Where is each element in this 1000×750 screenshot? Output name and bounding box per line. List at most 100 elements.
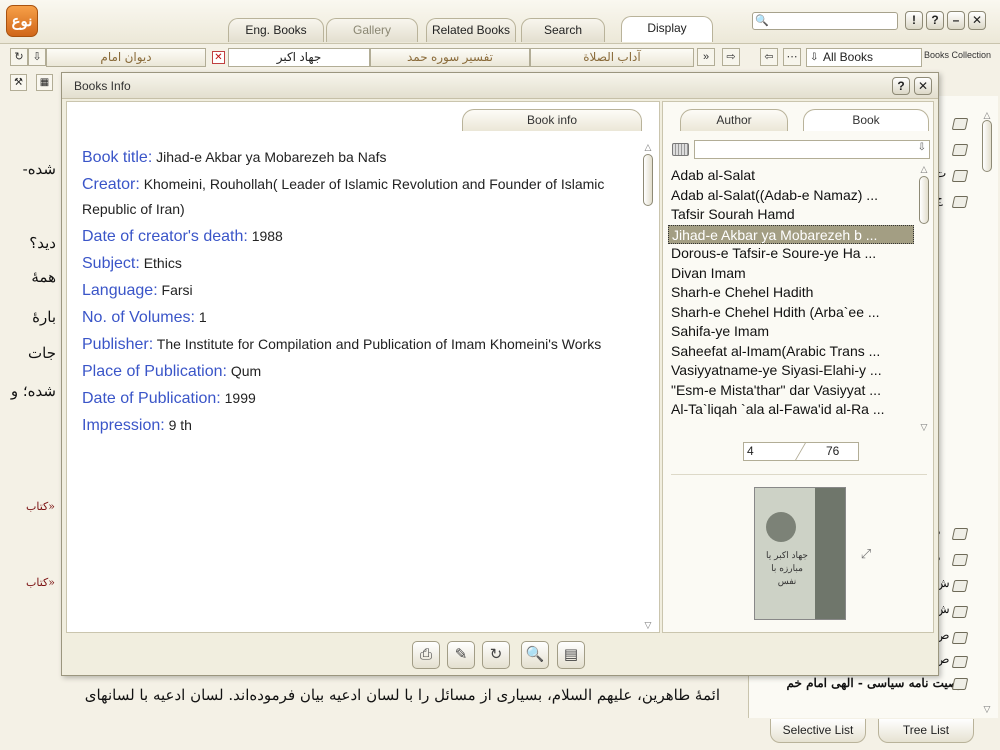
list-item[interactable]: Adab al-Salat((Adab-e Namaz) ... bbox=[668, 186, 914, 206]
pager-divider bbox=[795, 443, 806, 460]
tab-author[interactable]: Author bbox=[680, 109, 788, 131]
book-icon[interactable] bbox=[951, 606, 969, 618]
book-reference[interactable]: «كتاب bbox=[26, 500, 55, 513]
book-list: Adab al-Salat Adab al-Salat((Adab-e Nama… bbox=[668, 166, 914, 420]
list-item[interactable]: Adab al-Salat bbox=[668, 166, 914, 186]
doc-tab-jihad[interactable]: جهاد اکبر bbox=[228, 48, 370, 67]
cover-title: جهاد اكبر يا مبارزه با نفس bbox=[766, 551, 808, 587]
close-button[interactable]: ✕ bbox=[968, 11, 986, 30]
book-info-pane: Book info Book title: Jihad-e Akbar ya M… bbox=[66, 101, 660, 633]
book-icon[interactable] bbox=[951, 528, 969, 540]
tab-selective-list[interactable]: Selective List bbox=[770, 719, 866, 743]
zoom-icon[interactable]: 🔍 bbox=[521, 641, 549, 669]
book-search-input[interactable]: ⇩ bbox=[694, 140, 930, 159]
open-book-icon[interactable] bbox=[951, 196, 969, 208]
tab-search[interactable]: Search bbox=[521, 18, 605, 42]
list-item-selected[interactable]: Jihad-e Akbar ya Mobarezeh b ... bbox=[668, 224, 914, 244]
keyboard-icon[interactable] bbox=[672, 143, 689, 156]
grid-icon[interactable]: ▦ bbox=[36, 74, 53, 91]
info-scrollbar[interactable]: △ ▽ bbox=[642, 142, 654, 632]
arrow-down-icon[interactable]: ⇩ bbox=[28, 48, 46, 66]
book-icon[interactable] bbox=[951, 554, 969, 566]
expand-icon[interactable]: ⤢ bbox=[859, 547, 873, 561]
page-text-line: دید؟ bbox=[29, 234, 56, 252]
scroll-thumb[interactable] bbox=[919, 176, 929, 224]
field-impression: Impression: 9 th bbox=[82, 417, 192, 434]
minimize-button[interactable]: – bbox=[947, 11, 965, 30]
scroll-down-icon[interactable]: ▽ bbox=[981, 704, 993, 714]
list-item[interactable]: Sharh-e Chehel Hadith bbox=[668, 283, 914, 303]
list-item[interactable]: Divan Imam bbox=[668, 264, 914, 284]
doc-tab-adab[interactable]: آداب الصلاة bbox=[530, 48, 694, 67]
tree-item-vasiyyatname[interactable]: وصيت نامه سياسى - الهى امام خم bbox=[749, 676, 964, 690]
books-info-dialog: Books Info ? ✕ Book info Book title: Jih… bbox=[61, 72, 939, 676]
book-list-scrollbar[interactable]: △ ▽ bbox=[918, 164, 930, 434]
tab-tree-list[interactable]: Tree List bbox=[878, 719, 974, 743]
list-item[interactable]: Al-Ta`liqah `ala al-Fawa'id al-Ra ... bbox=[668, 400, 914, 420]
tab-book[interactable]: Book bbox=[803, 109, 929, 131]
list-item[interactable]: Tafsir Sourah Hamd bbox=[668, 205, 914, 225]
list-item[interactable]: "Esm-e Mista'thar" dar Vasiyyat ... bbox=[668, 381, 914, 401]
books-collection-select[interactable]: ⇩ All Books bbox=[806, 48, 922, 67]
dialog-title-bar[interactable]: Books Info ? ✕ bbox=[62, 73, 938, 99]
list-item[interactable]: Vasiyyatname-ye Siyasi-Elahi-y ... bbox=[668, 361, 914, 381]
scroll-up-icon[interactable]: △ bbox=[918, 164, 930, 174]
tab-related-books[interactable]: Related Books bbox=[426, 18, 516, 42]
field-language: Language: Farsi bbox=[82, 282, 193, 299]
print-icon[interactable]: ⎙ bbox=[412, 641, 440, 669]
page-text-line: همهٔ bbox=[31, 268, 56, 286]
book-icon[interactable] bbox=[951, 170, 969, 182]
doc-tab-tafsir[interactable]: تفسیر سوره حمد bbox=[370, 48, 530, 67]
scroll-thumb[interactable] bbox=[643, 154, 653, 206]
field-subject: Subject: Ethics bbox=[82, 255, 182, 272]
forward-arrow-icon[interactable]: ⇨ bbox=[722, 48, 740, 66]
book-icon[interactable] bbox=[951, 118, 969, 130]
scroll-down-icon[interactable]: ▽ bbox=[642, 620, 654, 630]
notes-icon[interactable]: ▤ bbox=[557, 641, 585, 669]
book-cover-image[interactable]: جهاد اكبر يا مبارزه با نفس bbox=[754, 487, 846, 620]
tab-gallery[interactable]: Gallery bbox=[326, 18, 418, 42]
app-logo[interactable]: نوع bbox=[6, 5, 38, 37]
scroll-down-icon[interactable]: ▽ bbox=[918, 422, 930, 432]
help-button[interactable]: ? bbox=[926, 11, 944, 30]
scroll-up-icon[interactable]: △ bbox=[981, 110, 993, 120]
top-bar: نوع Eng. Books Gallery Related Books Sea… bbox=[0, 0, 1000, 44]
page-counter[interactable]: 4 76 bbox=[743, 442, 859, 461]
page-text-line: جات bbox=[28, 344, 56, 362]
divider bbox=[671, 474, 927, 475]
scroll-up-icon[interactable]: △ bbox=[642, 142, 654, 152]
alert-button[interactable]: ! bbox=[905, 11, 923, 30]
book-reference[interactable]: «كتاب bbox=[26, 576, 55, 589]
double-chevron-icon[interactable]: » bbox=[697, 48, 715, 66]
tab-display[interactable]: Display bbox=[621, 16, 713, 42]
field-place: Place of Publication: Qum bbox=[82, 363, 262, 380]
book-icon[interactable] bbox=[951, 580, 969, 592]
book-icon[interactable] bbox=[951, 656, 969, 668]
doc-tab-divan[interactable]: دیوان امام bbox=[46, 48, 206, 67]
back-arrow-icon[interactable]: ⇦ bbox=[760, 48, 778, 66]
global-search-input[interactable]: 🔍 bbox=[752, 12, 898, 30]
book-icon[interactable] bbox=[951, 678, 969, 690]
dialog-help-button[interactable]: ? bbox=[892, 77, 910, 95]
field-book-title: Book title: Jihad-e Akbar ya Mobarezeh b… bbox=[82, 149, 387, 166]
total-pages: 76 bbox=[826, 444, 840, 458]
reload-icon[interactable]: ↻ bbox=[10, 48, 28, 66]
dialog-close-button[interactable]: ✕ bbox=[914, 77, 932, 95]
list-item[interactable]: Sharh-e Chehel Hdith (Arba`ee ... bbox=[668, 303, 914, 323]
book-icon[interactable] bbox=[951, 144, 969, 156]
tree-scrollbar[interactable]: △ ▽ bbox=[981, 110, 993, 716]
current-page[interactable]: 4 bbox=[747, 443, 754, 460]
refresh-icon[interactable]: ↻ bbox=[482, 641, 510, 669]
book-icon[interactable] bbox=[951, 632, 969, 644]
close-tab-icon[interactable]: ✕ bbox=[212, 51, 225, 64]
list-item[interactable]: Sahifa-ye Imam bbox=[668, 322, 914, 342]
scroll-thumb[interactable] bbox=[982, 120, 992, 172]
list-item[interactable]: Saheefat al-Imam(Arabic Trans ... bbox=[668, 342, 914, 362]
wrench-icon[interactable]: ⚒ bbox=[10, 74, 27, 91]
tab-book-info[interactable]: Book info bbox=[462, 109, 642, 131]
list-item[interactable]: Dorous-e Tafsir-e Soure-ye Ha ... bbox=[668, 244, 914, 264]
tab-eng-books[interactable]: Eng. Books bbox=[228, 18, 324, 42]
edit-icon[interactable]: ✎ bbox=[447, 641, 475, 669]
field-volumes: No. of Volumes: 1 bbox=[82, 309, 207, 326]
more-icon[interactable]: ⋯ bbox=[783, 48, 801, 66]
